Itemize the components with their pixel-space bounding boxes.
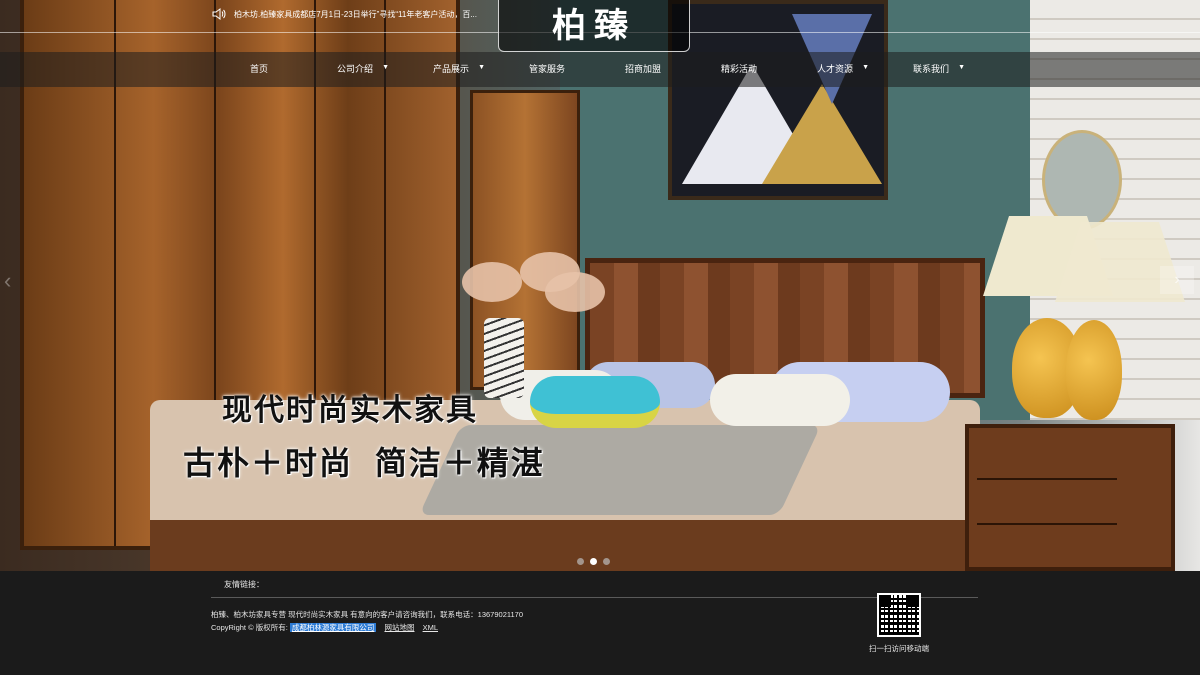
site-logo[interactable]: 柏臻 — [498, 0, 690, 52]
banner-bedframe — [150, 520, 980, 571]
announcement-text[interactable]: 柏木坊.柏臻家具成都店7月1日-23日举行”寻找“11年老客户活动，百... — [234, 9, 477, 20]
banner-nightstand — [965, 424, 1175, 571]
nav-menu: 首页 公司介绍 ▼ 产品展示 ▼ 管家服务 招商加盟 精彩活动 人才资源 ▼ 联系我们 ▼ — [211, 62, 979, 75]
copyright-label: CopyRight © 版权所有: — [211, 623, 288, 632]
banner-pillow — [530, 376, 660, 428]
xml-link[interactable]: XML — [423, 623, 438, 632]
nav-item-label: 联系我们 — [912, 64, 949, 74]
banner-flower — [462, 262, 522, 302]
banner-prev-arrow-icon[interactable]: ‹ — [4, 268, 11, 294]
nav-item-label: 产品展示 — [432, 64, 469, 74]
friend-links-label: 友情链接： — [224, 580, 264, 589]
dropdown-caret-icon: ▼ — [478, 64, 485, 71]
nav-item-3[interactable]: 管家服务 — [499, 62, 595, 75]
company-link[interactable]: 成都柏林源家具有限公司 — [289, 623, 377, 632]
banner-slogan-2: 古朴＋时尚 简洁＋精湛 — [183, 445, 545, 481]
footer-divider — [211, 597, 978, 598]
nav-item-label: 精彩活动 — [720, 64, 757, 74]
nav-item-label: 管家服务 — [528, 64, 565, 74]
banner-flower — [545, 272, 605, 312]
nav-item-5[interactable]: 精彩活动 — [691, 62, 787, 75]
banner-dot[interactable] — [603, 558, 610, 565]
logo-text: 柏臻 — [552, 6, 636, 46]
nav-item-7[interactable]: 联系我们 ▼ — [883, 62, 979, 75]
footer: 友情链接： 柏臻、柏木坊家具专营 现代时尚实木家具 有意向的客户请咨询我们，联系… — [0, 571, 1200, 675]
sitemap-link[interactable]: 网站地图 — [384, 623, 414, 632]
nav-item-6[interactable]: 人才资源 ▼ — [787, 62, 883, 75]
dropdown-caret-icon: ▼ — [382, 64, 389, 71]
nav-item-2[interactable]: 产品展示 ▼ — [403, 62, 499, 75]
nav-item-4[interactable]: 招商加盟 — [595, 62, 691, 75]
announcement-bar[interactable]: 柏木坊.柏臻家具成都店7月1日-23日举行”寻找“11年老客户活动，百... — [212, 8, 477, 20]
banner-vase — [484, 318, 524, 398]
dropdown-caret-icon: ▼ — [862, 64, 869, 71]
nav-item-label: 人才资源 — [816, 64, 853, 74]
qr-caption: 扫一扫访问移动端 — [869, 644, 929, 653]
banner-lamp — [1066, 320, 1122, 420]
speaker-icon — [212, 8, 226, 20]
banner-dot[interactable] — [577, 558, 584, 565]
footer-copyright-row: CopyRight © 版权所有: 成都柏林源家具有限公司 网站地图 XML — [211, 622, 438, 633]
banner-slogan-1: 现代时尚实木家具 — [222, 394, 478, 427]
banner-mirror — [1042, 130, 1122, 230]
nav-item-label: 公司介绍 — [336, 64, 373, 74]
banner-wall-art — [668, 0, 888, 200]
footer-contact-text: 柏臻、柏木坊家具专营 现代时尚实木家具 有意向的客户请咨询我们，联系电话：136… — [211, 610, 523, 619]
qr-code-icon — [877, 593, 921, 637]
nav-item-1[interactable]: 公司介绍 ▼ — [307, 62, 403, 75]
banner-next-arrow-icon[interactable]: › — [1160, 266, 1194, 294]
banner-pagination — [577, 558, 610, 565]
nav-item-label: 招商加盟 — [624, 64, 661, 74]
nav-item-0[interactable]: 首页 — [211, 62, 307, 75]
dropdown-caret-icon: ▼ — [958, 64, 965, 71]
banner-pillow — [710, 374, 850, 426]
nav-item-label: 首页 — [249, 64, 268, 74]
banner-dot-active[interactable] — [590, 558, 597, 565]
main-navbar: 首页 公司介绍 ▼ 产品展示 ▼ 管家服务 招商加盟 精彩活动 人才资源 ▼ 联系我们 ▼ — [0, 52, 1200, 87]
